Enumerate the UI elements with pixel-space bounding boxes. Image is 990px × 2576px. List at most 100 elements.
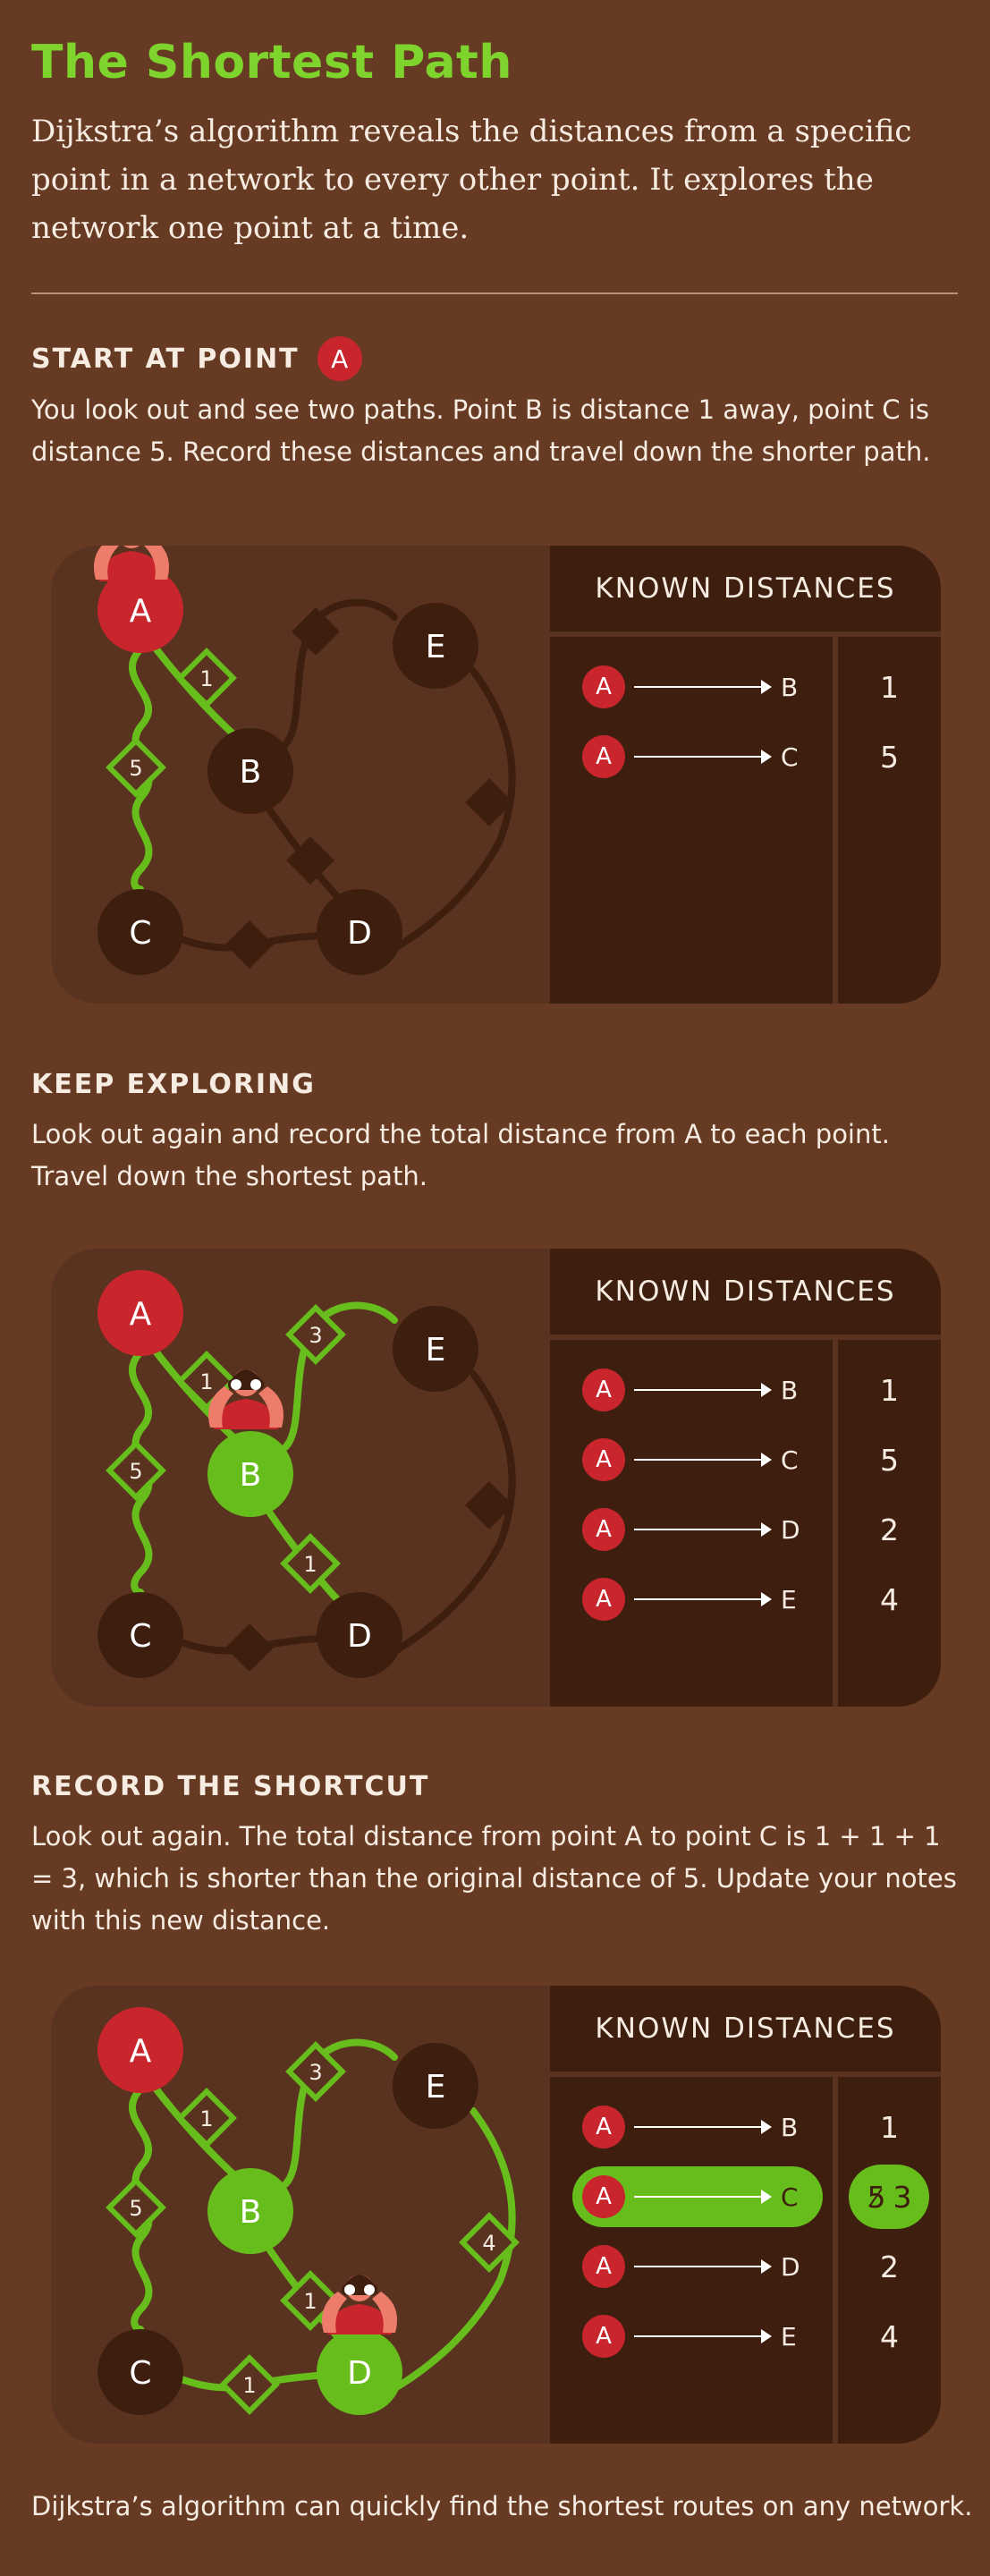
table-divider [550,631,941,637]
edge-weight-label: 1 [242,2373,256,2398]
known-distances-table: KNOWN DISTANCES A B 1 A C 5 A D 2 A E 4 [550,1249,941,1707]
arrow-head-icon [761,2190,772,2204]
divider [31,292,958,294]
network-panel-start: 1 5 A B C D E KNOWN DISTANCES A B 1 A C 5 [51,546,941,1004]
node-b: B [207,1431,293,1517]
arrow-icon [634,1529,766,1530]
arrow-icon [634,1598,766,1600]
weight-diamond-b-e: 3 [285,1304,346,1365]
distance-row: A C 5 [550,730,941,784]
distance-value: 4 [880,1581,899,1617]
arrow-icon [634,686,766,688]
edge-weight-label: 5 [129,756,142,781]
network-panel-shortcut: 1 5 3 1 1 4 A B C D E KNOWN DISTANCES A B 1 A C 5 3 A D 2 A E 4 [51,1986,941,2444]
edge-weight-label: 5 [129,1459,142,1484]
origin-badge: A [582,2315,625,2358]
node-label: A [130,593,152,630]
distance-value: 1 [880,2109,899,2145]
node-b: B [207,2168,293,2254]
explorer-figure-icon [94,546,169,581]
known-distances-table: KNOWN DISTANCES A B 1 A C 5 3 A D 2 A E 4 [550,1986,941,2444]
distance-row: A B 1 [550,2100,941,2154]
arrow-head-icon [761,1592,772,1606]
new-distance-value: 3 [893,2179,912,2215]
node-label: D [347,1618,372,1655]
arrow-icon [634,2196,766,2198]
origin-badge: A [582,1508,625,1551]
known-distances-title: KNOWN DISTANCES [595,1275,896,1308]
distance-value: 2 [880,2249,899,2284]
section-text-explore: Look out again and record the total dist… [31,1119,890,1191]
known-distances-title: KNOWN DISTANCES [595,572,896,605]
distance-value: 2 [880,1512,899,1547]
origin-badge: A [582,2106,625,2148]
section-heading-text: RECORD THE SHORTCUT [31,1771,430,1802]
distance-value: 4 [880,2318,899,2354]
node-label: B [240,754,262,791]
node-c: C [97,2329,183,2415]
distance-value: 5 [880,1442,899,1478]
edge-weight-label: 1 [303,1552,317,1577]
arrow-head-icon [761,1383,772,1397]
distance-row: A D 2 [550,1503,941,1556]
edge-weight-label: 4 [482,2231,495,2256]
destination-label: C [781,2182,799,2212]
origin-badge: A [582,665,625,708]
node-label: E [426,629,446,665]
section-heading-text: KEEP EXPLORING [31,1069,316,1100]
distance-value: 1 [880,669,899,705]
weight-diamond-a-c: 5 [106,1440,166,1501]
old-distance-value: 5 [867,2179,886,2215]
weight-diamond-b-e [292,607,340,656]
table-divider [550,2072,941,2077]
weight-diamond-c-d [225,1623,274,1672]
weight-diamond-a-c: 5 [106,737,166,798]
intro-paragraph: Dijkstra’s algorithm reveals the distanc… [31,114,912,246]
destination-label: E [781,2321,797,2351]
section-text-shortcut: Look out again. The total distance from … [31,1821,957,1936]
node-b: B [207,728,293,814]
node-d: D [317,889,402,975]
destination-label: D [781,2251,800,2282]
destination-label: B [781,2112,799,2142]
section-heading-explore: KEEP EXPLORING [31,1069,316,1100]
node-c: C [97,1592,183,1678]
weight-diamond-c-d: 1 [219,2354,280,2415]
arrow-head-icon [761,1522,772,1537]
arrow-icon [634,2266,766,2267]
known-distances-title: KNOWN DISTANCES [595,2012,896,2045]
distance-row: A E 4 [550,1572,941,1626]
destination-label: C [781,741,799,772]
node-label: D [347,2355,372,2392]
weight-diamond-c-d [225,920,274,969]
edge-weight-label: 1 [199,666,213,691]
weight-diamond-b-e: 3 [285,2041,346,2102]
table-divider [550,1335,941,1340]
node-label: E [426,2069,446,2106]
arrow-icon [634,1459,766,1461]
distance-row: A E 4 [550,2309,941,2363]
edge-weight-label: 3 [309,1323,322,1348]
node-label: C [129,1618,151,1655]
destination-label: E [781,1584,797,1614]
arrow-head-icon [761,750,772,764]
arrow-head-icon [761,2329,772,2343]
network-diagram: 1 5 A B C D E [94,546,516,975]
arrow-icon [634,2335,766,2337]
arrow-icon [634,2126,766,2128]
edge-weight-label: 1 [199,2106,213,2131]
section-heading-text: START AT POINT [31,343,300,375]
edge-weight-label: 5 [129,2196,142,2221]
origin-badge: A [582,2245,625,2288]
node-a: A [97,1270,183,1356]
origin-badge: A [582,1438,625,1481]
node-label: B [240,2194,262,2231]
explorer-figure-icon [322,2275,397,2334]
node-c: C [97,889,183,975]
edge-weight-label: 1 [303,2289,317,2314]
distance-value: 1 [880,1372,899,1408]
network-diagram: 1 5 3 1 A B C D E [97,1270,516,1678]
arrow-head-icon [761,2259,772,2274]
distance-value: 53 [838,2170,941,2224]
node-e: E [393,2043,478,2129]
